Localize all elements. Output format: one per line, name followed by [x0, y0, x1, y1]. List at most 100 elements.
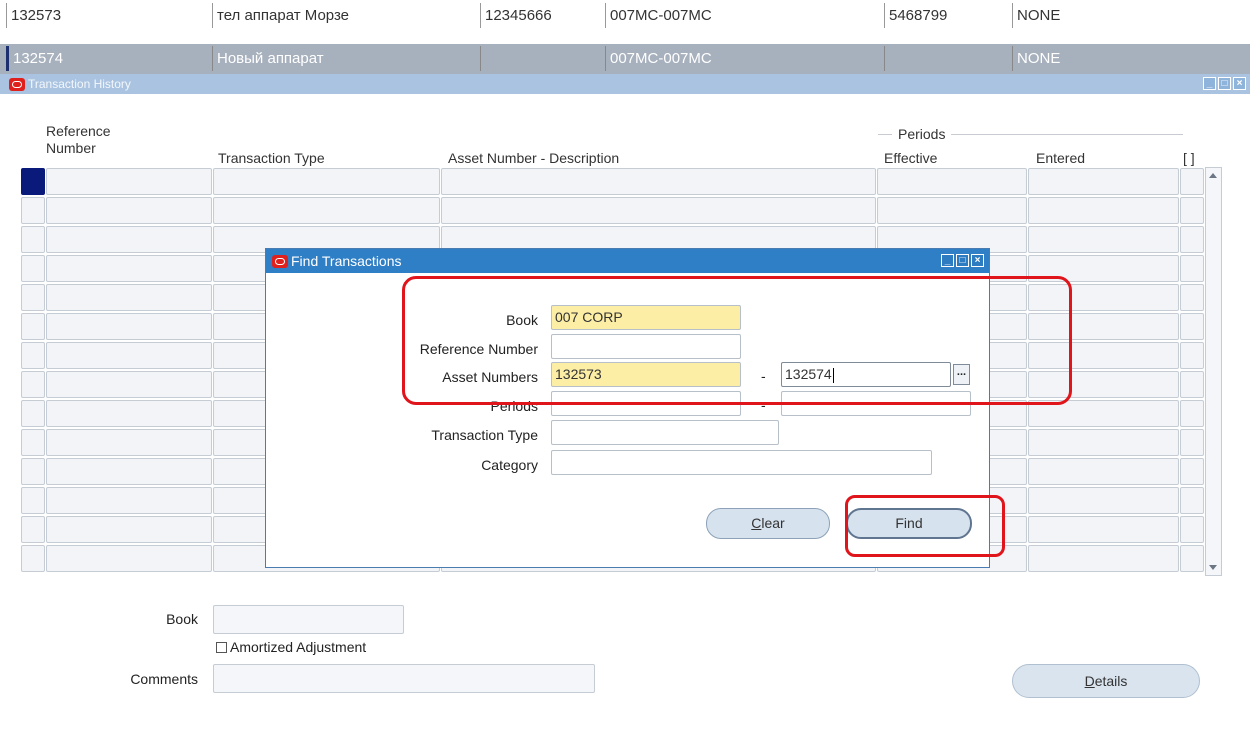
comments-label: Comments	[130, 671, 198, 687]
grid-cell-bracket[interactable]	[1180, 226, 1204, 253]
header-periods-group: Periods	[892, 126, 952, 142]
grid-cell-reference[interactable]	[46, 371, 212, 398]
bg-cell-asset-number: 132573	[6, 3, 206, 28]
amortized-checkbox[interactable]	[216, 642, 227, 653]
clear-accel-letter: C	[751, 515, 762, 531]
grid-cell-entered[interactable]	[1028, 487, 1179, 514]
grid-cell-effective[interactable]	[877, 168, 1027, 195]
grid-cell-reference[interactable]	[46, 342, 212, 369]
grid-cell-reference[interactable]	[46, 313, 212, 340]
grid-cell-indicator[interactable]	[21, 342, 45, 369]
grid-cell-bracket[interactable]	[1180, 487, 1204, 514]
header-transaction-type: Transaction Type	[218, 150, 325, 166]
grid-cell-indicator[interactable]	[21, 429, 45, 456]
comments-field[interactable]	[213, 664, 595, 693]
grid-cell-bracket[interactable]	[1180, 516, 1204, 543]
oracle-logo-icon	[9, 77, 25, 91]
grid-cell-reference[interactable]	[46, 168, 212, 195]
grid-cell-entered[interactable]	[1028, 458, 1179, 485]
grid-cell-entered[interactable]	[1028, 545, 1179, 572]
background-row-1[interactable]: 132573 тел аппарат Морзе 12345666 007MC-…	[0, 0, 1250, 29]
clear-button[interactable]: Clear	[706, 508, 830, 539]
grid-cell-indicator[interactable]	[21, 400, 45, 427]
maximize-icon[interactable]: □	[956, 254, 969, 267]
find-dialog-controls: _ □ ×	[941, 254, 984, 267]
bg-cell-asset-number: 132574	[6, 46, 206, 71]
grid-cell-reference[interactable]	[46, 458, 212, 485]
grid-cell-reference[interactable]	[46, 487, 212, 514]
grid-cell-bracket[interactable]	[1180, 429, 1204, 456]
find-dialog-titlebar[interactable]: Find Transactions _ □ ×	[266, 249, 989, 273]
details-button[interactable]: Details	[1012, 664, 1200, 698]
bg-cell-category: 007MC-007MC	[605, 3, 881, 28]
grid-cell-reference[interactable]	[46, 284, 212, 311]
grid-cell-reference[interactable]	[46, 516, 212, 543]
grid-cell-effective[interactable]	[877, 197, 1027, 224]
header-effective: Effective	[884, 150, 938, 166]
grid-cell-bracket[interactable]	[1180, 371, 1204, 398]
grid-cell-bracket[interactable]	[1180, 168, 1204, 195]
grid-cell-indicator[interactable]	[21, 255, 45, 282]
grid-cell-bracket[interactable]	[1180, 197, 1204, 224]
grid-cell-transaction-type[interactable]	[213, 168, 440, 195]
grid-cell-reference[interactable]	[46, 255, 212, 282]
book-label: Book	[166, 611, 198, 627]
transaction-type-field[interactable]	[551, 420, 779, 445]
find-category-label: Category	[481, 457, 538, 473]
grid-cell-bracket[interactable]	[1180, 255, 1204, 282]
header-reference-number: Reference Number	[46, 123, 111, 157]
grid-cell-indicator[interactable]	[21, 545, 45, 572]
scroll-up-icon[interactable]	[1209, 173, 1217, 178]
grid-cell-transaction-type[interactable]	[213, 197, 440, 224]
scroll-down-icon[interactable]	[1209, 565, 1217, 570]
history-window-title: Transaction History	[28, 77, 131, 91]
minimize-icon[interactable]: _	[1203, 77, 1216, 90]
bg-cell-tag: 12345666	[480, 3, 600, 28]
current-record-indicator[interactable]	[21, 168, 45, 195]
grid-cell-reference[interactable]	[46, 545, 212, 572]
grid-scrollbar[interactable]	[1205, 167, 1222, 576]
grid-cell-indicator[interactable]	[21, 371, 45, 398]
history-window-titlebar[interactable]: Transaction History _ □ ×	[0, 74, 1250, 94]
grid-cell-reference[interactable]	[46, 429, 212, 456]
grid-cell-entered[interactable]	[1028, 429, 1179, 456]
grid-cell-indicator[interactable]	[21, 313, 45, 340]
grid-cell-reference[interactable]	[46, 197, 212, 224]
close-icon[interactable]: ×	[971, 254, 984, 267]
grid-cell-asset-description[interactable]	[441, 197, 876, 224]
grid-cell-indicator[interactable]	[21, 197, 45, 224]
grid-cell-bracket[interactable]	[1180, 400, 1204, 427]
maximize-icon[interactable]: □	[1218, 77, 1231, 90]
grid-cell-indicator[interactable]	[21, 226, 45, 253]
grid-cell-indicator[interactable]	[21, 516, 45, 543]
grid-cell-reference[interactable]	[46, 400, 212, 427]
grid-cell-bracket[interactable]	[1180, 545, 1204, 572]
minimize-icon[interactable]: _	[941, 254, 954, 267]
background-row-2[interactable]: 132574 Новый аппарат 007MC-007MC NONE	[0, 44, 1250, 74]
header-reference-line2: Number	[46, 140, 96, 156]
grid-cell-bracket[interactable]	[1180, 284, 1204, 311]
grid-cell-asset-description[interactable]	[441, 168, 876, 195]
find-dialog-title: Find Transactions	[291, 253, 402, 269]
book-field[interactable]	[213, 605, 404, 634]
grid-cell-bracket[interactable]	[1180, 342, 1204, 369]
grid-cell-bracket[interactable]	[1180, 458, 1204, 485]
grid-cell-entered[interactable]	[1028, 516, 1179, 543]
bg-cell-category: 007MC-007MC	[605, 46, 881, 71]
highlight-box-find	[845, 495, 1005, 557]
category-field[interactable]	[551, 450, 932, 475]
grid-cell-entered[interactable]	[1028, 168, 1179, 195]
close-icon[interactable]: ×	[1233, 77, 1246, 90]
grid-cell-indicator[interactable]	[21, 284, 45, 311]
bg-cell-description: Новый аппарат	[212, 46, 474, 71]
grid-cell-indicator[interactable]	[21, 458, 45, 485]
grid-cell-entered[interactable]	[1028, 197, 1179, 224]
bg-cell-serial: 5468799	[884, 3, 1008, 28]
grid-cell-indicator[interactable]	[21, 487, 45, 514]
grid-cell-bracket[interactable]	[1180, 313, 1204, 340]
grid-cell-entered[interactable]	[1028, 226, 1179, 253]
details-label: etails	[1094, 673, 1128, 689]
bg-cell-serial	[884, 46, 1008, 71]
bg-cell-tag	[480, 46, 600, 71]
grid-cell-reference[interactable]	[46, 226, 212, 253]
